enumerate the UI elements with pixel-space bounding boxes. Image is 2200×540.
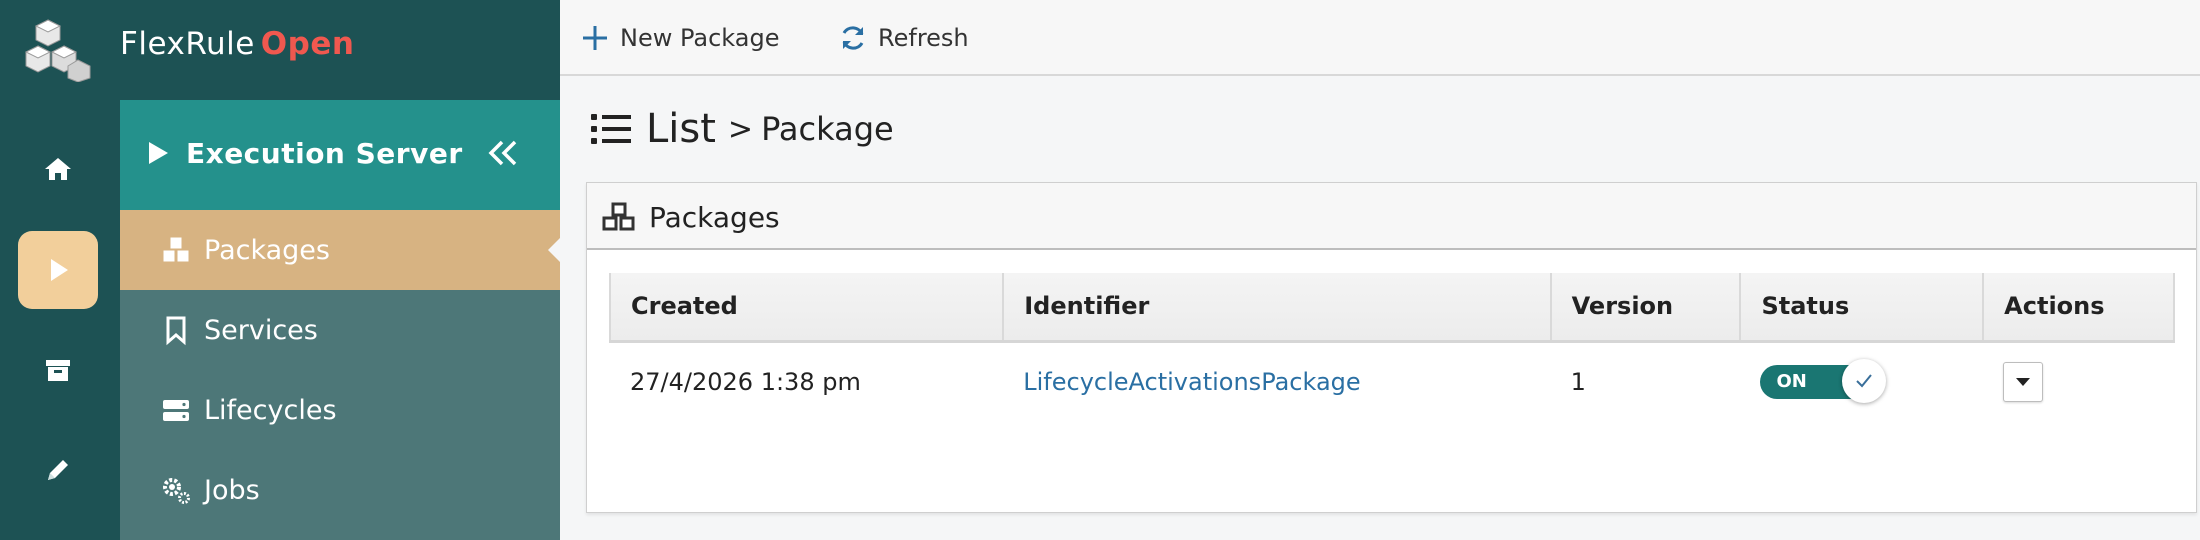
pencil-icon [48, 460, 68, 480]
sub-sidebar-header: Execution Server [120, 100, 560, 210]
subnav-item-services[interactable]: Services [120, 290, 560, 370]
sub-sidebar-title: Execution Server [186, 137, 463, 170]
panel-header: Packages [587, 183, 2196, 250]
rail-execution-button[interactable] [18, 231, 98, 309]
breadcrumb-separator: > [727, 111, 754, 147]
packages-table: Created Identifier Version Status Action… [608, 273, 2175, 421]
table-row: 27/4/2026 1:38 pm LifecycleActivationsPa… [610, 341, 2174, 421]
cogs-icon [160, 474, 192, 506]
check-icon [1856, 374, 1873, 388]
play-icon [51, 259, 68, 281]
table-header-row: Created Identifier Version Status Action… [608, 273, 2175, 343]
packages-panel: Packages Created Identifier Version Stat… [586, 182, 2197, 513]
refresh-icon [842, 26, 864, 50]
subnav-item-label: Services [204, 314, 318, 346]
status-toggle[interactable]: ON [1760, 358, 1887, 403]
subnav-item-lifecycles[interactable]: Lifecycles [120, 370, 560, 450]
breadcrumb-list[interactable]: List [646, 106, 716, 152]
rail-home-button[interactable] [18, 130, 98, 208]
column-header-version[interactable]: Version [1549, 273, 1741, 343]
logo-icon [24, 19, 91, 82]
bookmark-icon [160, 314, 192, 346]
panel-title: Packages [649, 201, 780, 234]
refresh-button[interactable]: Refresh [838, 20, 969, 56]
refresh-label: Refresh [878, 24, 969, 52]
archive-icon [46, 360, 70, 381]
cell-actions [1983, 341, 2174, 421]
column-header-actions: Actions [1982, 273, 2175, 343]
double-chevron-left-icon[interactable] [486, 138, 520, 168]
icon-rail [0, 100, 120, 540]
subnav-item-label: Jobs [204, 474, 260, 506]
top-toolbar: New Package Refresh [560, 0, 2200, 76]
home-icon [45, 158, 71, 180]
breadcrumb: List > Package [590, 104, 894, 154]
actions-dropdown-button[interactable] [2003, 361, 2044, 402]
play-icon [149, 142, 168, 164]
cell-version: 1 [1570, 367, 1586, 396]
subnav-item-label: Packages [204, 234, 330, 266]
cubes-icon [602, 202, 635, 231]
breadcrumb-current: Package [761, 110, 894, 148]
subnav-item-packages[interactable]: Packages [120, 210, 560, 290]
brand-bar: FlexRule Open [0, 0, 560, 100]
plus-icon [583, 26, 607, 50]
column-header-status[interactable]: Status [1739, 273, 1984, 343]
cubes-icon [160, 234, 192, 266]
subnav-item-jobs[interactable]: Jobs [120, 450, 560, 530]
identifier-link[interactable]: LifecycleActivationsPackage [1003, 341, 1550, 421]
column-header-created[interactable]: Created [608, 273, 1004, 343]
rail-archive-button[interactable] [18, 331, 98, 409]
new-package-button[interactable]: New Package [580, 20, 779, 56]
brand-name: FlexRule Open [120, 26, 355, 62]
sub-sidebar: Execution Server Packages Services Lifec… [120, 100, 560, 540]
cell-created: 27/4/2026 1:38 pm [630, 367, 861, 396]
rail-edit-button[interactable] [18, 431, 98, 509]
new-package-label: New Package [620, 24, 780, 52]
column-header-identifier[interactable]: Identifier [1002, 273, 1551, 343]
brand-accent: Open [260, 26, 355, 62]
toggle-knob [1842, 358, 1887, 403]
cell-status: ON [1740, 341, 1983, 421]
list-icon [591, 114, 631, 144]
caret-down-icon [2016, 377, 2031, 386]
toggle-label: ON [1776, 370, 1807, 392]
server-icon [160, 394, 192, 426]
subnav-item-label: Lifecycles [204, 394, 337, 426]
